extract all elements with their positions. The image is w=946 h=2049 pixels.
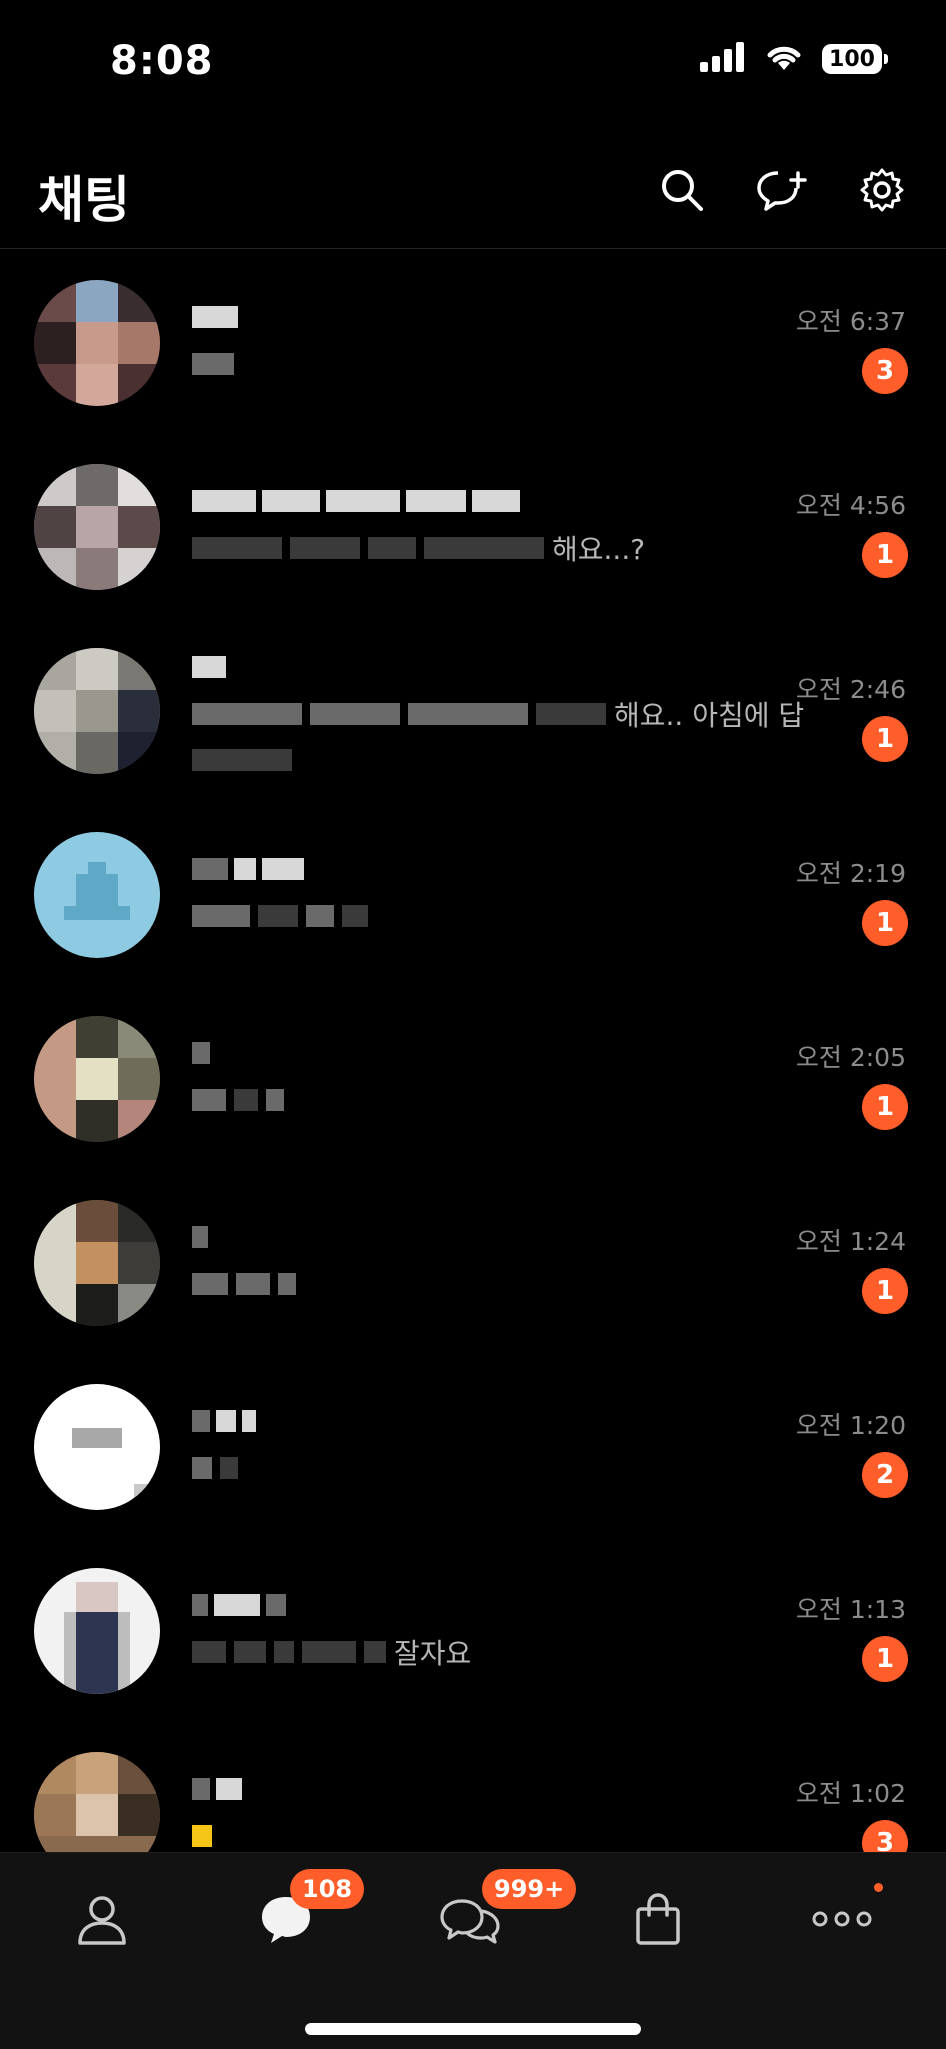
bottom-tab-bar: 108 999+ [0, 1852, 946, 2049]
chat-preview: 잘자요 [192, 1632, 471, 1672]
chat-title-obscured [192, 1036, 210, 1070]
chat-preview [192, 1264, 304, 1304]
tab-more[interactable] [802, 1881, 883, 1961]
search-icon [659, 167, 705, 217]
chat-list: 오전 6:37 3 해요...? 오전 4:56 1 해요.. 아침에 답 오전… [0, 252, 946, 1852]
chat-time: 오전 2:05 [795, 1043, 906, 1072]
avatar [34, 1016, 160, 1142]
new-chat-icon [756, 167, 808, 217]
chat-time: 오전 2:19 [795, 859, 906, 888]
avatar [34, 280, 160, 406]
chat-preview-text: 해요.. 아침에 답 [614, 699, 805, 732]
tab-friends[interactable] [62, 1881, 142, 1961]
unread-badge: 3 [862, 1820, 908, 1852]
openchat-count-badge: 999+ [482, 1869, 577, 1909]
chat-title-obscured [192, 300, 238, 334]
chat-row[interactable]: 해요.. 아침에 답 오전 2:46 1 [0, 620, 946, 804]
chat-title-obscured [192, 852, 304, 886]
unread-badge: 1 [862, 900, 908, 946]
chat-time: 오전 1:20 [795, 1411, 906, 1440]
chat-preview [192, 344, 242, 384]
tab-shopping[interactable] [618, 1881, 698, 1961]
new-chat-button[interactable] [754, 164, 810, 220]
chat-time: 오전 6:37 [795, 307, 906, 336]
battery-indicator: 100 [822, 44, 888, 74]
chat-row[interactable]: 오전 1:20 2 [0, 1356, 946, 1540]
chat-preview [192, 1448, 246, 1488]
chat-preview: 해요.. 아침에 답 [192, 694, 804, 734]
status-time: 8:08 [110, 38, 214, 84]
chat-row[interactable]: 오전 1:02 3 [0, 1724, 946, 1852]
avatar [34, 1752, 160, 1852]
chat-title-obscured [192, 1772, 242, 1806]
more-dots-icon [810, 1909, 874, 1933]
chat-time: 오전 1:24 [795, 1227, 906, 1256]
chat-title-obscured [192, 650, 226, 684]
avatar [34, 648, 160, 774]
unread-badge: 1 [862, 1636, 908, 1682]
tab-chats[interactable]: 108 [246, 1869, 365, 1961]
chat-time: 오전 1:02 [795, 1779, 906, 1808]
header-actions [654, 164, 910, 220]
chat-preview [192, 1080, 292, 1120]
chat-time: 오전 1:13 [795, 1595, 906, 1624]
person-icon [74, 1891, 130, 1951]
wifi-icon [764, 42, 804, 76]
chat-row[interactable]: 해요...? 오전 4:56 1 [0, 436, 946, 620]
shopping-bag-icon [630, 1891, 686, 1951]
chat-title-obscured [192, 1404, 256, 1438]
chat-title-obscured [192, 1588, 286, 1622]
unread-badge: 3 [862, 348, 908, 394]
avatar [34, 1200, 160, 1326]
chat-preview-line2 [192, 740, 292, 780]
chat-title-obscured [192, 1220, 208, 1254]
unread-badge: 1 [862, 1084, 908, 1130]
signal-icon [700, 42, 746, 76]
chat-row[interactable]: 오전 1:24 1 [0, 1172, 946, 1356]
chat-preview-text: 해요...? [552, 533, 646, 566]
status-icons: 100 [700, 42, 888, 76]
unread-badge: 1 [862, 532, 908, 578]
chat-row[interactable]: 잘자요 오전 1:13 1 [0, 1540, 946, 1724]
avatar [34, 464, 160, 590]
status-bar: 8:08 100 [0, 0, 946, 120]
chat-preview-text: 잘자요 [394, 1637, 472, 1670]
avatar [34, 1568, 160, 1694]
chat-preview: 해요...? [192, 528, 645, 568]
tab-openchat[interactable]: 999+ [430, 1869, 577, 1961]
chat-preview [192, 1816, 220, 1852]
chats-header: 채팅 [0, 140, 946, 249]
new-dot-indicator [874, 1883, 883, 1892]
chat-row[interactable]: 오전 6:37 3 [0, 252, 946, 436]
chat-time: 오전 4:56 [795, 491, 906, 520]
home-indicator [305, 2023, 641, 2035]
settings-button[interactable] [854, 164, 910, 220]
avatar [34, 832, 160, 958]
search-button[interactable] [654, 164, 710, 220]
settings-icon [859, 167, 905, 217]
unread-badge: 1 [862, 716, 908, 762]
page-title: 채팅 [38, 171, 130, 229]
unread-badge: 1 [862, 1268, 908, 1314]
chats-count-badge: 108 [290, 1869, 365, 1909]
chat-row[interactable]: 오전 2:19 1 [0, 804, 946, 988]
chat-row[interactable]: 오전 2:05 1 [0, 988, 946, 1172]
avatar [34, 1384, 160, 1510]
chat-preview [192, 896, 376, 936]
chat-title-obscured [192, 484, 520, 518]
chat-time: 오전 2:46 [795, 675, 906, 704]
unread-badge: 2 [862, 1452, 908, 1498]
